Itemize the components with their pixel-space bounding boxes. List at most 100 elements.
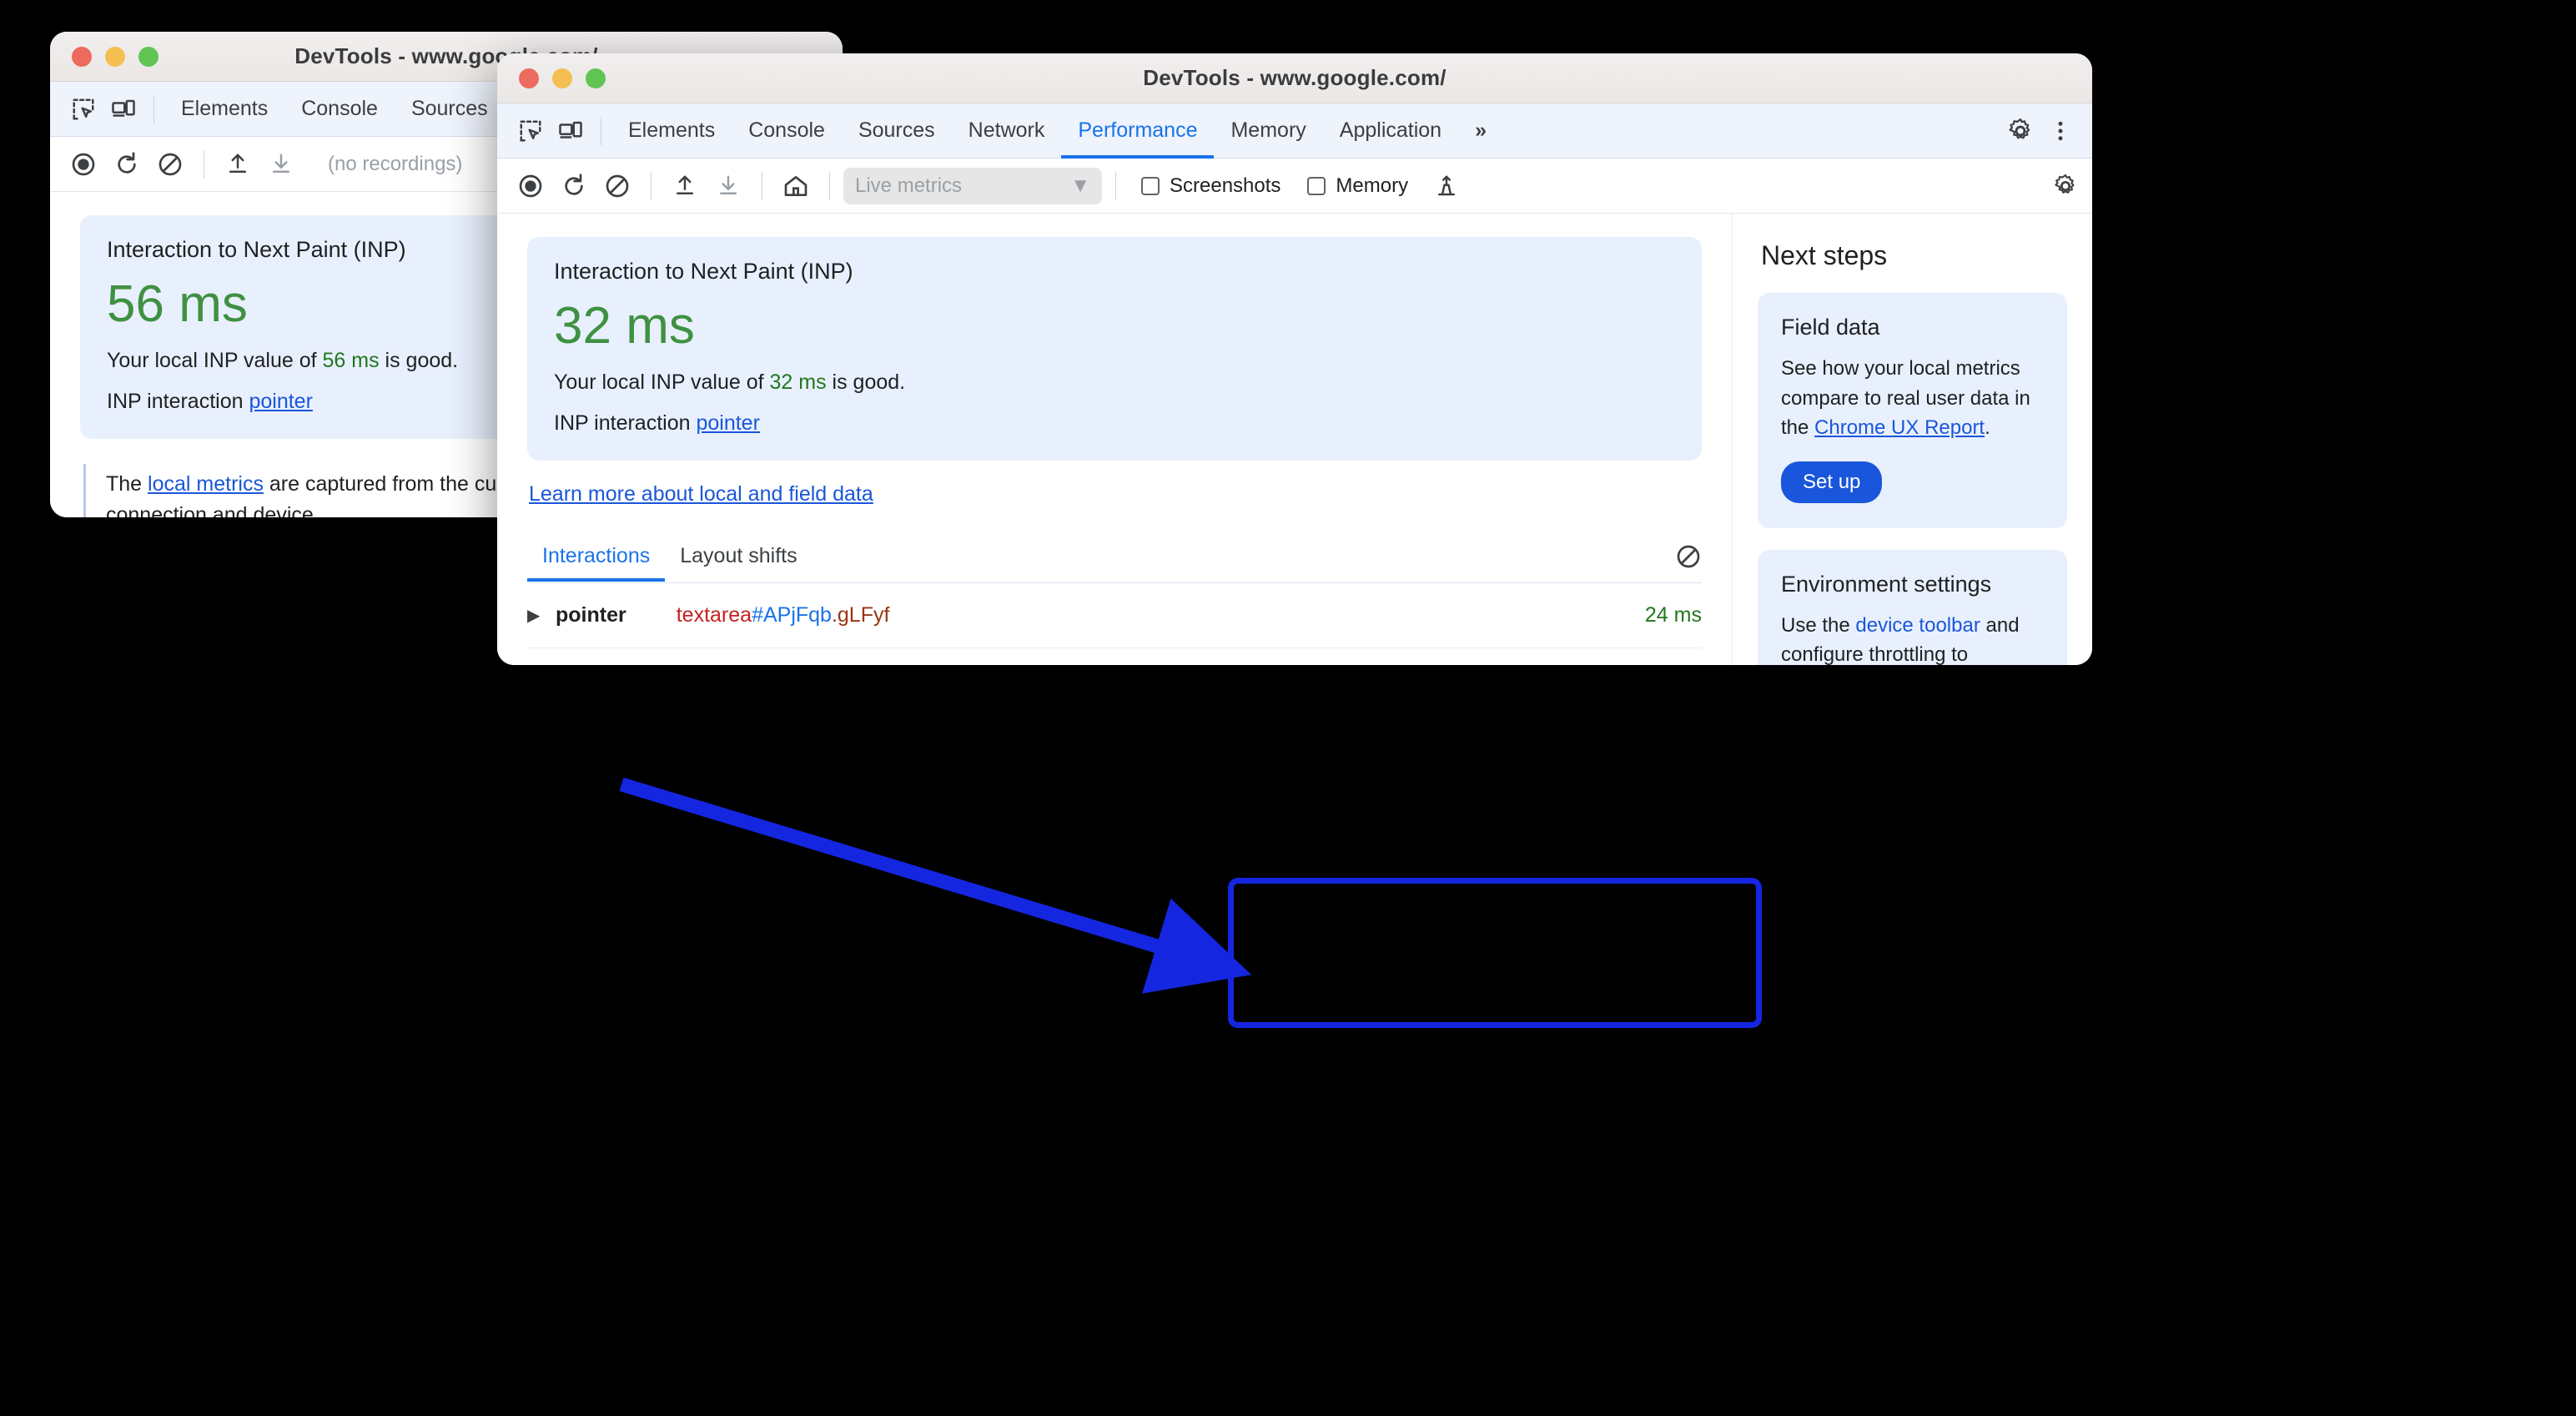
toolbar-divider-2 [651, 172, 652, 200]
inp-interaction-label: INP interaction [554, 411, 696, 435]
inp-interaction-link[interactable]: pointer [696, 411, 759, 435]
learn-more-link[interactable]: Learn more about local and field data [529, 482, 873, 506]
page-title: Next steps [1761, 240, 2067, 271]
environment-settings-heading: Environment settings [1781, 572, 2044, 597]
devtools-window-foreground[interactable]: DevTools - www.google.com/ Elements Cons… [497, 53, 2092, 665]
garbage-collect-icon[interactable] [1426, 166, 1467, 206]
tab-console[interactable]: Console [284, 82, 395, 137]
front-interactions-subtabs: Interactions Layout shifts [527, 543, 1702, 583]
screenshots-checkbox-row[interactable]: Screenshots [1141, 174, 1280, 198]
memory-label: Memory [1336, 174, 1408, 198]
maximize-window-button[interactable] [586, 68, 606, 88]
clear-icon[interactable] [150, 144, 190, 184]
expand-caret-icon[interactable]: ▶ [527, 605, 556, 626]
minimize-window-button[interactable] [105, 47, 125, 67]
environment-settings-card: Environment settings Use the device tool… [1758, 550, 2067, 665]
maximize-window-button[interactable] [138, 47, 158, 67]
device-toolbar-link[interactable]: device toolbar [1855, 614, 1980, 637]
field-data-text-suffix: . [1985, 416, 1990, 439]
local-metrics-link[interactable]: local metrics [148, 472, 264, 496]
clear-icon[interactable] [597, 166, 637, 206]
inp-sub-prefix: Your local INP value of [554, 370, 770, 394]
front-panel-content: Interaction to Next Paint (INP) 32 ms Yo… [497, 214, 2092, 665]
inp-interaction-row: INP interaction pointer [554, 411, 1675, 436]
inspect-element-icon[interactable] [511, 111, 551, 151]
environment-settings-text: Use the device toolbar and configure thr… [1781, 611, 2044, 665]
inp-sub-value: 32 ms [770, 370, 827, 394]
inp-interaction-label: INP interaction [107, 390, 249, 413]
inp-metric-value: 32 ms [554, 296, 1675, 355]
record-icon[interactable] [63, 144, 103, 184]
device-toolbar-icon[interactable] [551, 111, 591, 151]
field-data-card: Field data See how your local metrics co… [1758, 293, 2067, 528]
note-prefix: The [106, 472, 148, 496]
window-traffic-lights[interactable] [519, 68, 606, 88]
front-live-metrics-column: Interaction to Next Paint (INP) 32 ms Yo… [497, 214, 1732, 665]
toolbar-divider [153, 95, 154, 123]
phase-table-highlight-box [1228, 878, 1762, 1028]
screenshots-checkbox[interactable] [1141, 177, 1160, 195]
screenshots-label: Screenshots [1170, 174, 1280, 198]
inp-sub-value: 56 ms [323, 349, 380, 372]
gear-icon[interactable] [2052, 166, 2092, 206]
inp-interaction-link[interactable]: pointer [249, 390, 312, 413]
kebab-menu-icon[interactable] [2040, 111, 2080, 151]
inp-sub-suffix: is good. [827, 370, 906, 394]
interaction-duration: 24 ms [1645, 603, 1702, 627]
chevron-down-icon: ▼ [1070, 174, 1090, 198]
subtab-interactions[interactable]: Interactions [527, 544, 665, 582]
tabstrip-right-controls [2000, 111, 2092, 151]
upload-icon[interactable] [665, 166, 705, 206]
set-up-button[interactable]: Set up [1781, 461, 1882, 503]
tab-application[interactable]: Application [1323, 103, 1458, 159]
inspect-element-icon[interactable] [63, 89, 103, 129]
subtab-layout-shifts[interactable]: Layout shifts [665, 544, 812, 582]
close-window-button[interactable] [72, 47, 92, 67]
tab-network[interactable]: Network [952, 103, 1062, 159]
field-data-text: See how your local metrics compare to re… [1781, 354, 2044, 443]
memory-checkbox-row[interactable]: Memory [1307, 174, 1408, 198]
tab-sources[interactable]: Sources [395, 82, 505, 137]
table-row[interactable]: ▶ pointer textarea#APjFqb.gLFyf 24 ms [527, 583, 1702, 648]
mode-select[interactable]: Live metrics ▼ [843, 168, 1102, 204]
devtools-tabstrip: Elements Console Sources Network Perform… [497, 103, 2092, 159]
inp-sub-prefix: Your local INP value of [107, 349, 323, 372]
tab-performance[interactable]: Performance [1061, 103, 1214, 159]
selector-tag: textarea [677, 603, 752, 627]
recordings-select-value: (no recordings) [328, 153, 462, 176]
more-tabs-icon[interactable]: » [1458, 103, 1503, 159]
tab-memory[interactable]: Memory [1214, 103, 1322, 159]
toolbar-divider-5 [1115, 172, 1116, 200]
home-icon[interactable] [776, 166, 816, 206]
performance-toolbar: Live metrics ▼ Screenshots Memory [497, 159, 2092, 214]
record-icon[interactable] [511, 166, 551, 206]
download-icon[interactable] [261, 144, 301, 184]
selector-class: .gLFyf [832, 603, 889, 627]
inp-metric-subtext: Your local INP value of 32 ms is good. [554, 370, 1675, 395]
table-row[interactable]: ▼ pointer INP textarea#APjFqb.gLFyf 32 m… [527, 648, 1702, 665]
upload-icon[interactable] [218, 144, 258, 184]
window-traffic-lights[interactable] [72, 47, 158, 67]
chrome-ux-report-link[interactable]: Chrome UX Report [1814, 416, 1985, 439]
window-titlebar: DevTools - www.google.com/ [497, 53, 2092, 103]
reload-icon[interactable] [107, 144, 147, 184]
next-steps-column: Next steps Field data See how your local… [1732, 214, 2092, 665]
tab-console[interactable]: Console [732, 103, 842, 159]
download-icon[interactable] [708, 166, 748, 206]
inp-metric-title: Interaction to Next Paint (INP) [554, 259, 1675, 285]
tab-elements[interactable]: Elements [611, 103, 732, 159]
selector-id: #APjFqb [752, 603, 832, 627]
tab-sources[interactable]: Sources [842, 103, 952, 159]
device-toolbar-icon[interactable] [103, 89, 143, 129]
inp-sub-suffix: is good. [380, 349, 459, 372]
clear-interactions-icon[interactable] [1675, 543, 1702, 582]
memory-checkbox[interactable] [1307, 177, 1326, 195]
reload-icon[interactable] [554, 166, 594, 206]
close-window-button[interactable] [519, 68, 539, 88]
field-data-heading: Field data [1781, 315, 2044, 340]
gear-icon[interactable] [2000, 111, 2040, 151]
mode-select-value: Live metrics [855, 174, 962, 198]
minimize-window-button[interactable] [552, 68, 572, 88]
tab-elements[interactable]: Elements [164, 82, 284, 137]
interaction-type: pointer [556, 603, 626, 627]
